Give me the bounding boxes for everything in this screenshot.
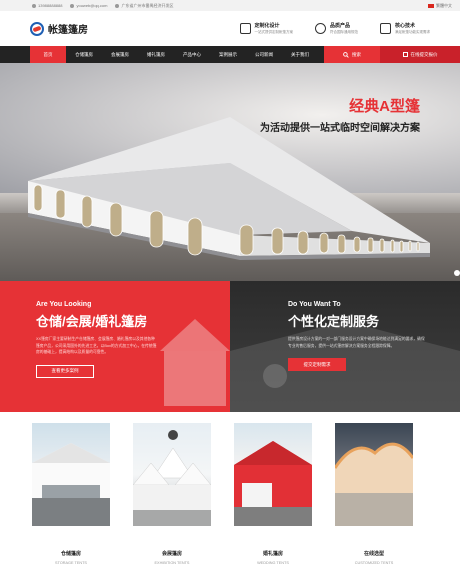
logo-text: 帐篷篷房 (48, 25, 88, 36)
card-subtitle: EXHIBITION TENTS (154, 561, 190, 565)
hero-subtitle: 为活动提供一站式临时空间解决方案 (260, 123, 420, 134)
feature-subtitle: 符合国际通用规范 (330, 30, 358, 34)
card-wedding[interactable]: 婚礼篷房 WEDDING TENTS (234, 423, 312, 565)
wrench-icon (239, 23, 251, 34)
card-image (32, 423, 110, 526)
feature-quality: 品质产品 符合国际通用规范 (315, 22, 358, 35)
phone-icon (32, 3, 36, 8)
card-subtitle: STORAGE TENTS (55, 561, 87, 565)
nav-item-exhibition[interactable]: 会展篷房 (102, 46, 138, 63)
submit-custom-button[interactable]: 提交定制需求 (288, 358, 346, 371)
slider-dot[interactable] (454, 270, 460, 276)
nav-item-news[interactable]: 公司新闻 (246, 46, 282, 63)
quote-label: 在线提交报价 (410, 51, 438, 57)
feature-core-tech: 核心技术 满足帐篷功能实现需求 (380, 22, 430, 35)
email-info: youweb@qq.com (70, 3, 107, 8)
site-logo[interactable]: 帐篷篷房 (30, 21, 88, 36)
card-custom[interactable]: 在线选型 CUSTOMIZED TENTS (335, 423, 413, 565)
nav-item-cases[interactable]: 案例展示 (210, 46, 246, 63)
wedding-tent-graphic (234, 441, 312, 526)
card-image (133, 423, 211, 526)
feature-title: 核心技术 (395, 23, 416, 29)
email-address: youweb@qq.com (76, 3, 108, 8)
nav-item-home[interactable]: 首页 (30, 46, 66, 63)
feature-title: 品质产品 (330, 23, 351, 29)
feature-subtitle: 一站式提供定制帐篷方案 (254, 30, 294, 34)
search-button[interactable]: 搜索 (324, 46, 380, 63)
nav-item-storage[interactable]: 仓储篷房 (66, 46, 102, 63)
header: 帐篷篷房 定制化设计 一站式提供定制帐篷方案 品质产品 符合国际通用规范 核心技术满… (0, 11, 460, 46)
feature-subtitle: 满足帐篷功能实现需求 (395, 30, 430, 34)
promo-right: Do You Want To 个性化定制服务 提供篷房设计方案的一对一部门服务设… (230, 281, 460, 412)
document-icon (402, 52, 408, 57)
view-cases-button[interactable]: 查看更多案例 (36, 364, 94, 378)
location-icon (115, 3, 120, 8)
card-title: 婚礼篷房 (262, 551, 283, 557)
exhibition-tent-graphic (133, 430, 211, 526)
custom-tent-graphic (335, 442, 413, 526)
top-bar: 13988888888 youweb@qq.com 广东省广州市番禺经济开发区 … (0, 0, 460, 11)
card-storage[interactable]: 仓储篷房 STORAGE TENTS (32, 423, 110, 565)
nav-item-products[interactable]: 产品中心 (174, 46, 210, 63)
card-image (335, 423, 413, 526)
card-subtitle: WEDDING TENTS (257, 561, 289, 565)
card-exhibition[interactable]: 会展篷房 EXHIBITION TENTS (133, 423, 211, 565)
logo-mark-icon (30, 21, 44, 36)
address-text: 广东省广州市番禺经济开发区 (121, 2, 174, 8)
address-info: 广东省广州市番禺经济开发区 (115, 3, 173, 9)
hero-title: 经典A型篷 (349, 98, 420, 115)
card-image (234, 423, 312, 526)
card-title: 会展篷房 (161, 551, 182, 557)
feature-custom-design: 定制化设计 一站式提供定制帐篷方案 (239, 22, 294, 35)
language-switch[interactable]: 繁體中文 (428, 3, 452, 9)
nav-item-about[interactable]: 关于我们 (282, 46, 318, 63)
promo-right-desc: 提供篷房设计方案的一对一部门服务设计方案中确保场地能达到满足的要求，确保专业的售… (288, 337, 425, 348)
star-icon (380, 23, 391, 34)
search-label: 搜索 (352, 51, 361, 57)
card-title: 仓储篷房 (60, 551, 81, 557)
main-nav: 首页 仓储篷房 会展篷房 婚礼篷房 产品中心 案例展示 公司新闻 关于我们 搜索… (0, 46, 460, 63)
card-subtitle: CUSTOMIZED TENTS (354, 561, 394, 565)
feature-title: 定制化设计 (254, 23, 280, 29)
promo-section: Are You Looking 仓储/会展/婚礼篷房 XX篷房厂家主要研制生产仓… (0, 281, 460, 412)
phone-info: 13988888888 (32, 3, 62, 8)
promo-left: Are You Looking 仓储/会展/婚礼篷房 XX篷房厂家主要研制生产仓… (0, 281, 230, 412)
storage-tent-graphic (32, 443, 110, 526)
search-icon (343, 51, 349, 58)
promo-left-en: Are You Looking (36, 301, 92, 308)
card-title: 在线选型 (363, 551, 384, 557)
promo-left-title: 仓储/会展/婚礼篷房 (36, 314, 148, 329)
quote-button[interactable]: 在线提交报价 (380, 46, 460, 63)
product-cards: 仓储篷房 STORAGE TENTS 会展篷房 EXHIBITION TENTS (0, 423, 460, 565)
flag-icon (428, 3, 434, 8)
diamond-icon (315, 23, 326, 34)
promo-right-title: 个性化定制服务 (288, 314, 380, 329)
language-label[interactable]: 繁體中文 (436, 3, 452, 9)
header-features: 定制化设计 一站式提供定制帐篷方案 品质产品 符合国际通用规范 核心技术 满足帐篷功能… (218, 22, 430, 35)
phone-number: 13988888888 (38, 3, 63, 8)
promo-left-desc: XX篷房厂家主要研制生产仓储篷房、会展篷房、婚礼篷房以及其他各种篷房产品，公司采… (36, 337, 157, 354)
promo-right-en: Do You Want To (288, 301, 341, 308)
hero-banner[interactable]: 经典A型篷 为活动提供一站式临时空间解决方案 (0, 63, 460, 281)
mail-icon (70, 3, 75, 8)
nav-item-wedding[interactable]: 婚礼篷房 (138, 46, 174, 63)
